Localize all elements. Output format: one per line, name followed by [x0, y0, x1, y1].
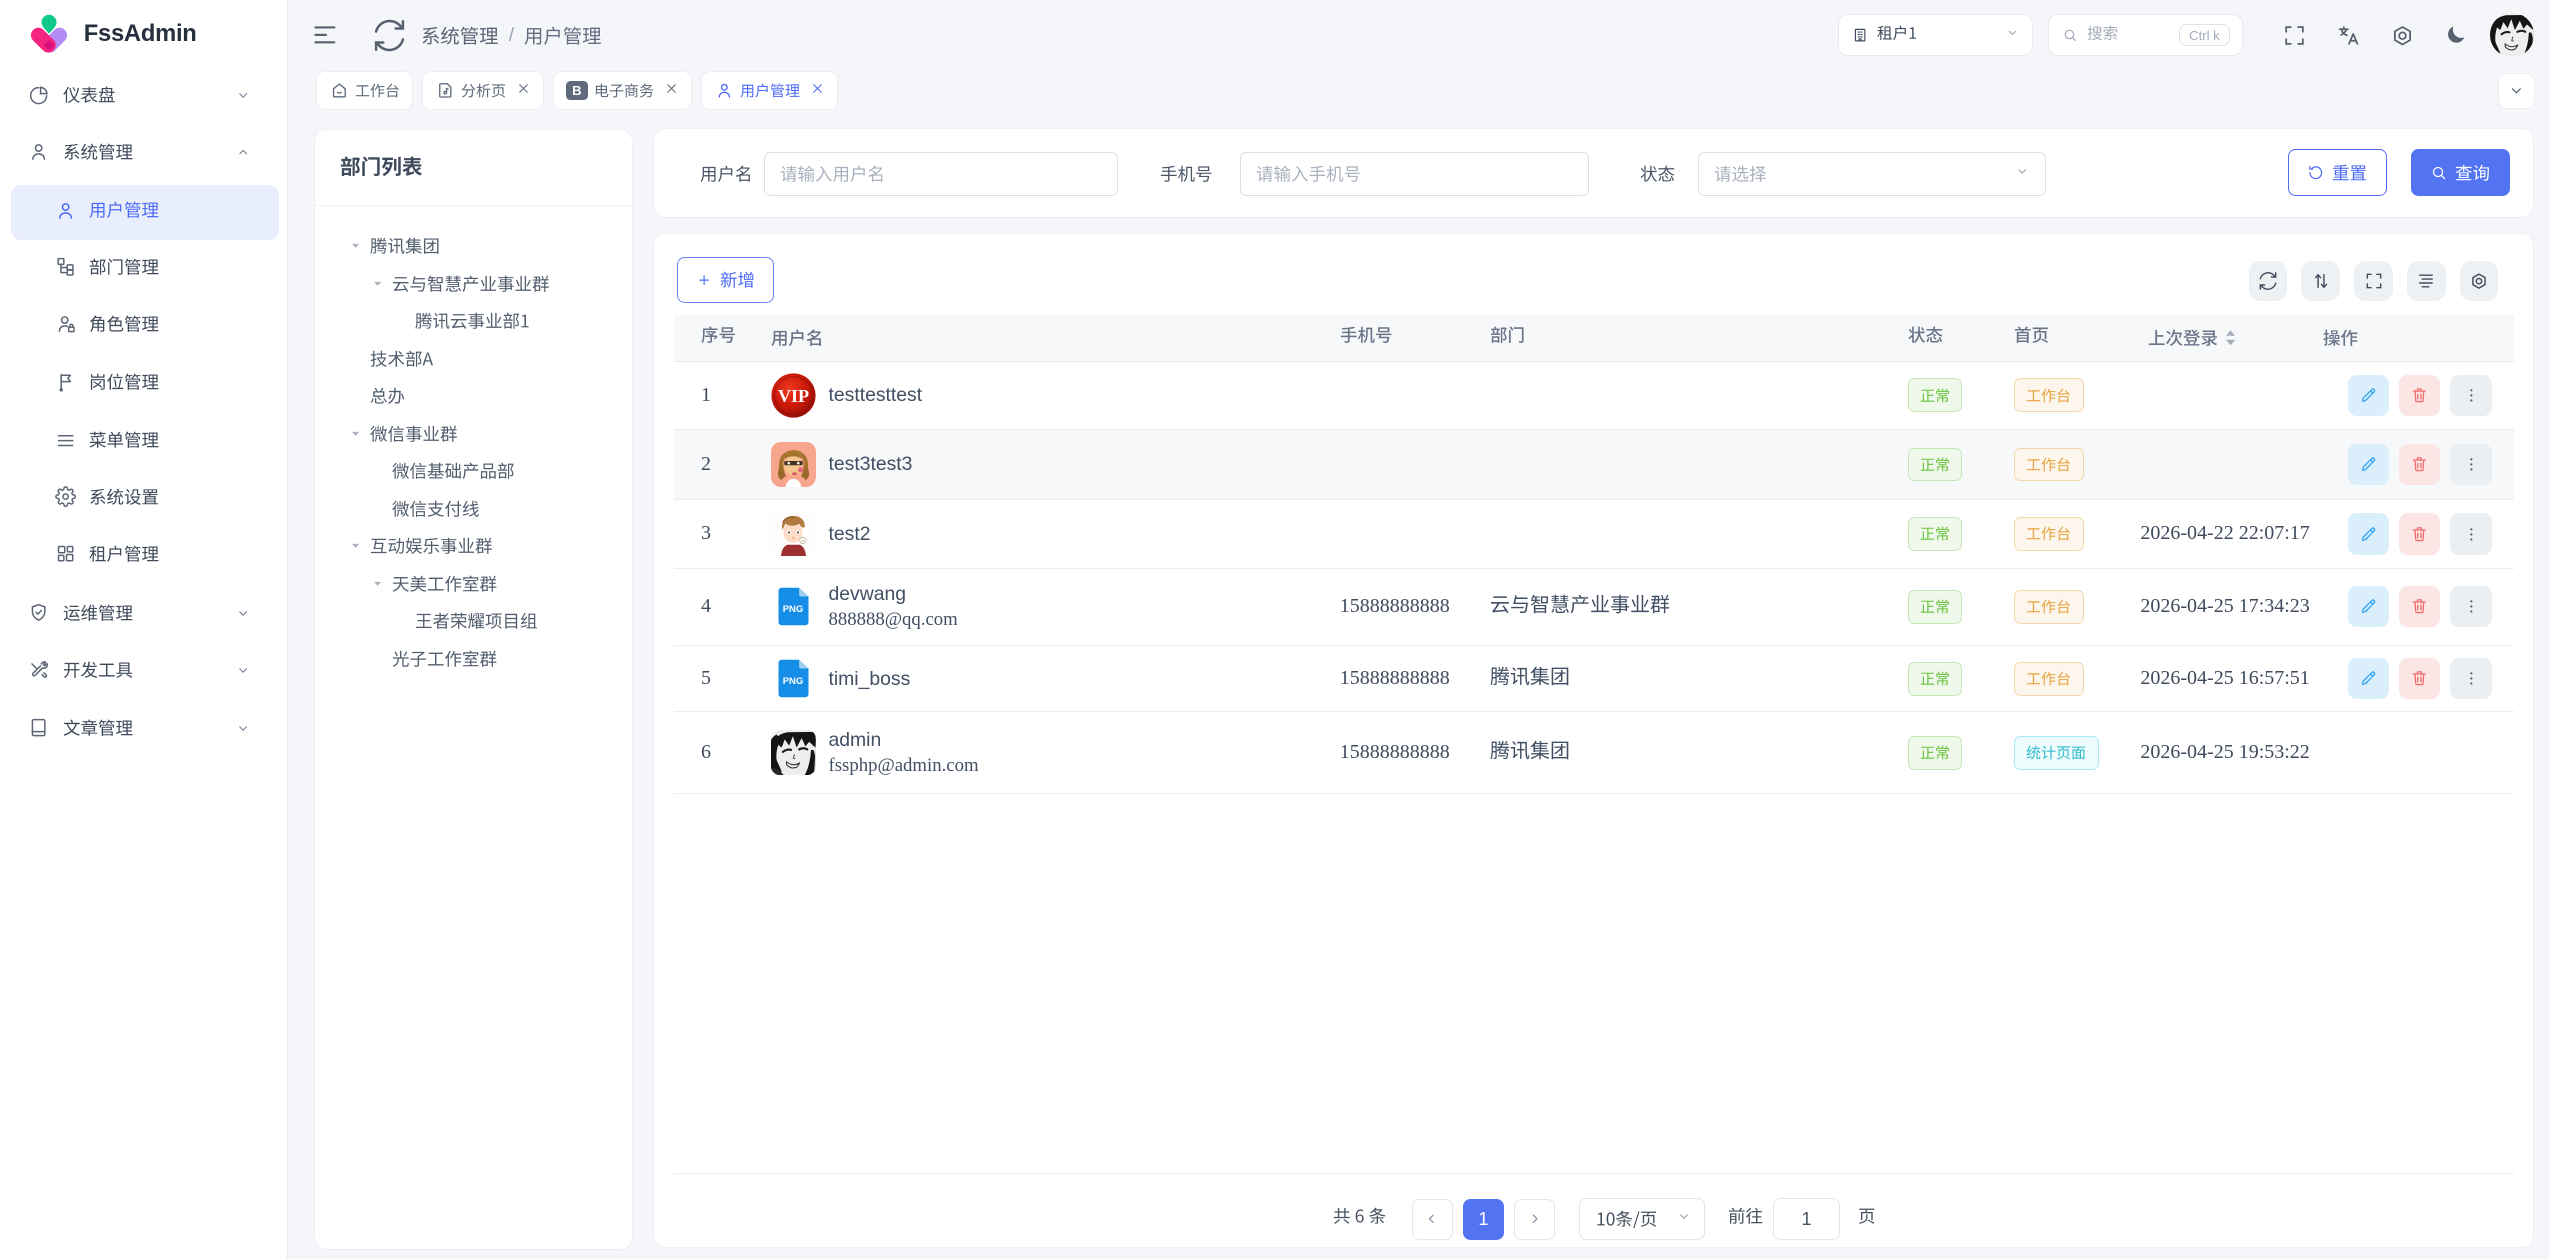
svg-text:VIP: VIP [778, 386, 809, 406]
svg-text:PNG: PNG [783, 604, 804, 615]
svg-text:PNG: PNG [783, 676, 804, 687]
